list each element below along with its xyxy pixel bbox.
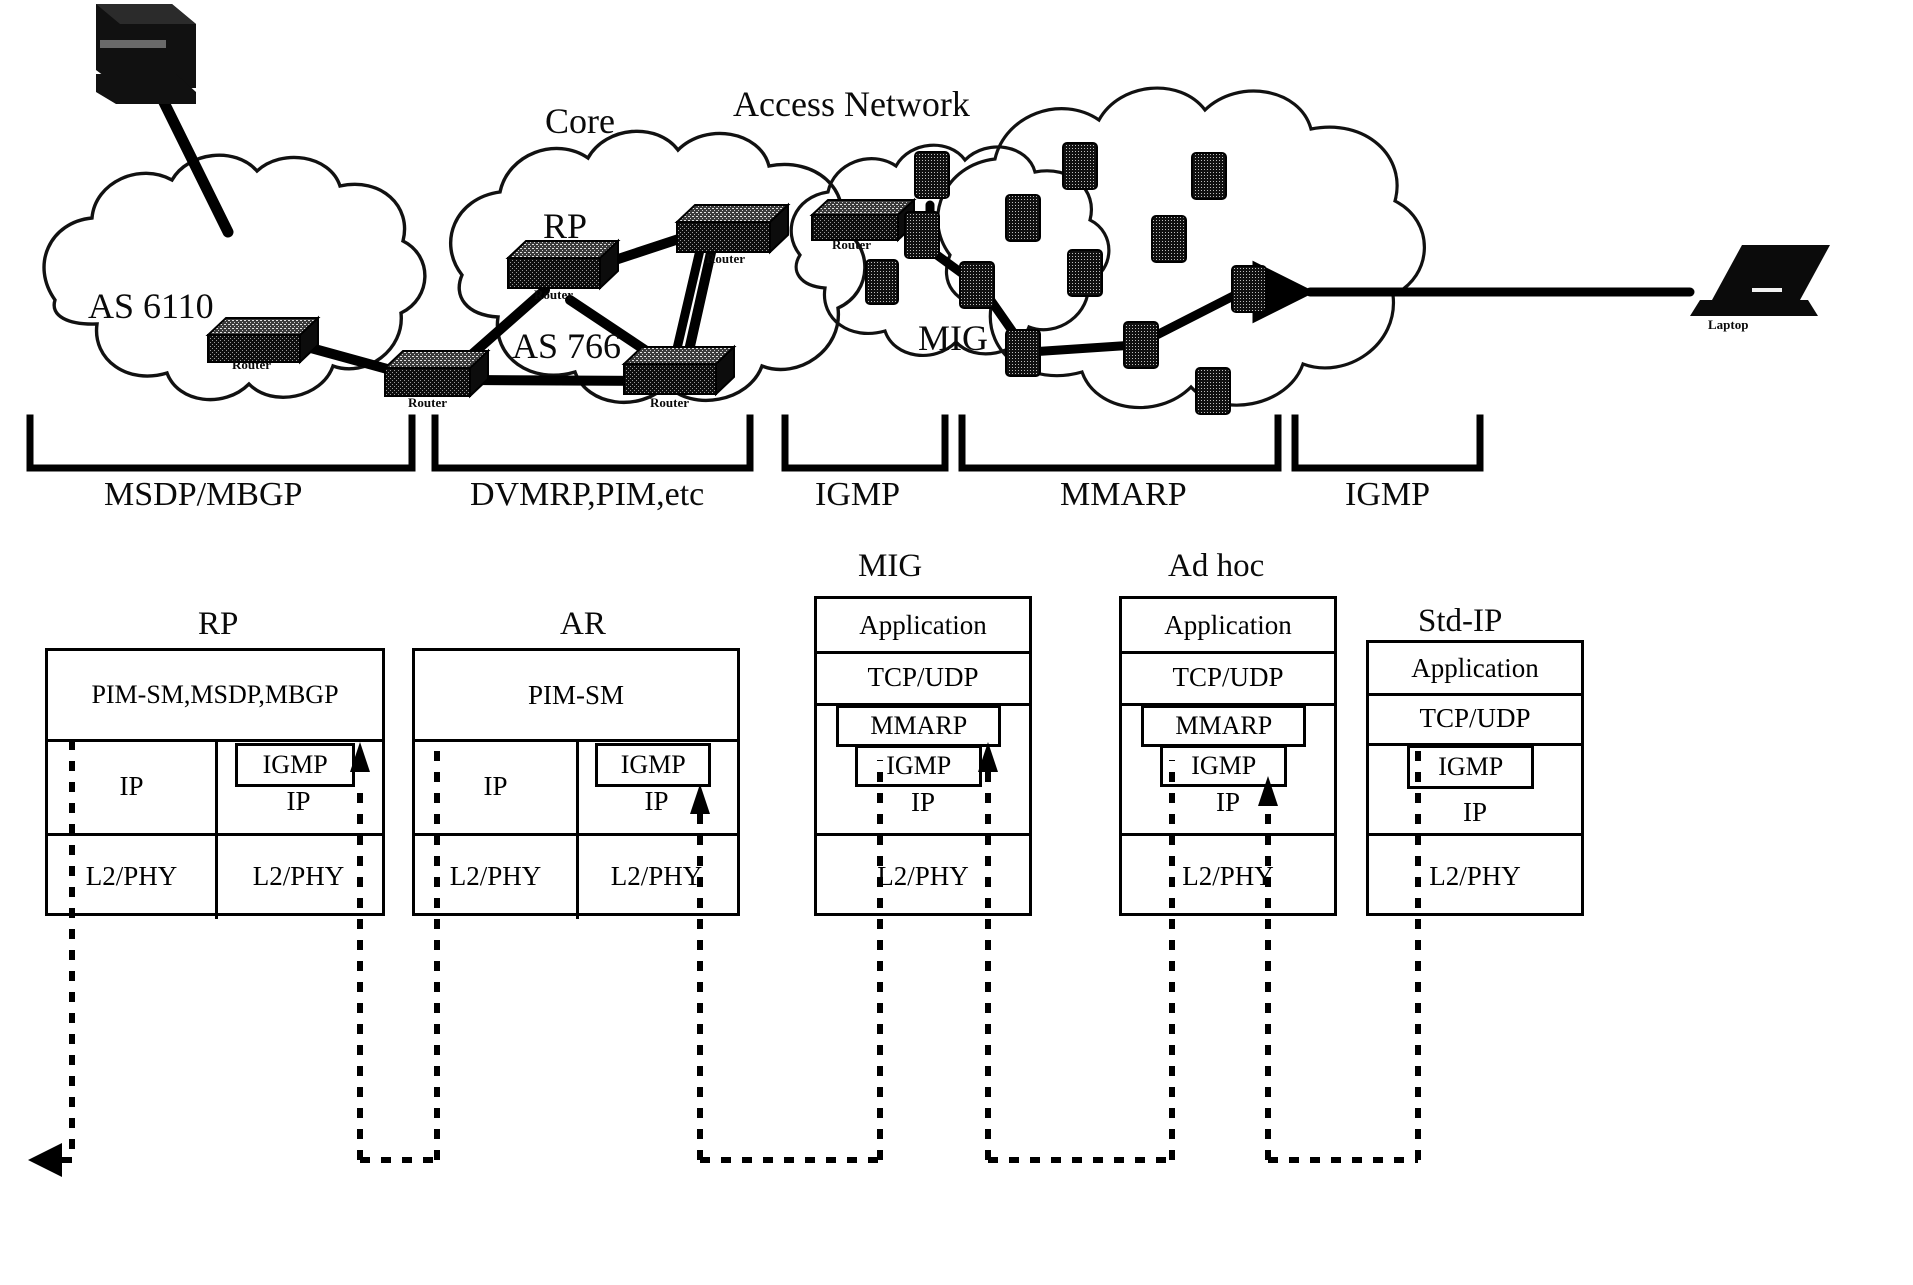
- stack-adhoc-tcpudp: TCP/UDP: [1172, 661, 1284, 692]
- stack-ar-left-ip: IP: [483, 770, 508, 801]
- stack-rp: PIM-SM,MSDP,MBGP IP L2/PHY IP L2/PHY IGM…: [45, 648, 385, 919]
- stack-ar-igmp-box: IGMP: [595, 743, 712, 787]
- laptop-label: Laptop: [1708, 317, 1749, 332]
- stack-title-adhoc: Ad hoc: [1168, 548, 1265, 584]
- router-label-core-top: Router: [706, 251, 745, 266]
- stack-rp-left-ip: IP: [119, 770, 144, 801]
- stack-mig: Application TCP/UDP IP L2/PHY MMARP IGMP: [814, 596, 1032, 916]
- bracket-label-igmp-access: IGMP: [815, 476, 901, 513]
- stack-stdip-ip: IP: [1462, 796, 1487, 827]
- protocol-brackets: [26, 414, 1484, 472]
- server-icon: [96, 4, 196, 104]
- stack-rp-igmp-box: IGMP: [235, 743, 356, 787]
- stack-rp-top-layer: PIM-SM,MSDP,MBGP: [91, 680, 339, 709]
- stack-stdip: Application TCP/UDP IP L2/PHY IGMP: [1366, 640, 1584, 916]
- stack-adhoc-l2phy: L2/PHY: [1182, 860, 1274, 891]
- stack-stdip-application: Application: [1411, 652, 1539, 683]
- stack-stdip-igmp-box: IGMP: [1407, 745, 1535, 789]
- laptop-icon: [1690, 245, 1830, 316]
- label-mig-node: MIG: [918, 318, 988, 358]
- label-as6110: AS 6110: [88, 286, 214, 326]
- router-label-core-bot: Router: [650, 395, 689, 410]
- router-label-rp: Router: [534, 287, 573, 302]
- stack-ar-top-layer: PIM-SM: [527, 679, 625, 710]
- mobile-nodes: [865, 142, 1267, 415]
- stack-title-stdip: Std-IP: [1418, 603, 1503, 639]
- label-rp-node: RP: [543, 206, 588, 246]
- label-as766: AS 766: [512, 326, 622, 366]
- stack-stdip-tcpudp: TCP/UDP: [1419, 702, 1531, 733]
- stack-ar-left-l2phy: L2/PHY: [449, 860, 542, 891]
- bracket-label-dvmrp-pim: DVMRP,PIM,etc: [470, 476, 705, 513]
- stack-adhoc-application: Application: [1164, 609, 1292, 640]
- stack-adhoc-igmp-box: IGMP: [1160, 745, 1288, 787]
- stack-ar: PIM-SM IP L2/PHY IP L2/PHY IGMP: [412, 648, 740, 919]
- stack-title-rp: RP: [198, 606, 239, 642]
- bracket-label-msdp-mbgp: MSDP/MBGP: [104, 476, 303, 513]
- dashed-path-terminal-arrow: [28, 1143, 62, 1177]
- stack-ar-right-l2phy: L2/PHY: [610, 860, 703, 891]
- stack-mig-tcpudp: TCP/UDP: [867, 661, 979, 692]
- stack-stdip-l2phy: L2/PHY: [1429, 860, 1521, 891]
- stack-mig-application: Application: [859, 609, 987, 640]
- router-label-as6110: Router: [232, 357, 271, 372]
- stack-title-ar: AR: [560, 606, 606, 642]
- stack-mig-igmp-box: IGMP: [855, 745, 983, 787]
- label-access-network: Access Network: [733, 84, 970, 124]
- label-core: Core: [545, 101, 615, 141]
- stack-title-mig: MIG: [858, 548, 923, 584]
- stack-mig-mmarp-box: MMARP: [836, 705, 1002, 747]
- router-label-border: Router: [408, 395, 447, 410]
- stack-rp-left-l2phy: L2/PHY: [85, 860, 178, 891]
- bracket-label-igmp-adhoc: IGMP: [1345, 476, 1431, 513]
- stack-mig-l2phy: L2/PHY: [877, 860, 969, 891]
- stack-adhoc: Application TCP/UDP IP L2/PHY MMARP IGMP: [1119, 596, 1337, 916]
- router-label-access: Router: [832, 237, 871, 252]
- cloud-adhoc: [936, 86, 1426, 409]
- stack-rp-right-l2phy: L2/PHY: [252, 860, 345, 891]
- bracket-label-mmarp: MMARP: [1060, 476, 1187, 513]
- stack-adhoc-mmarp-box: MMARP: [1141, 705, 1307, 747]
